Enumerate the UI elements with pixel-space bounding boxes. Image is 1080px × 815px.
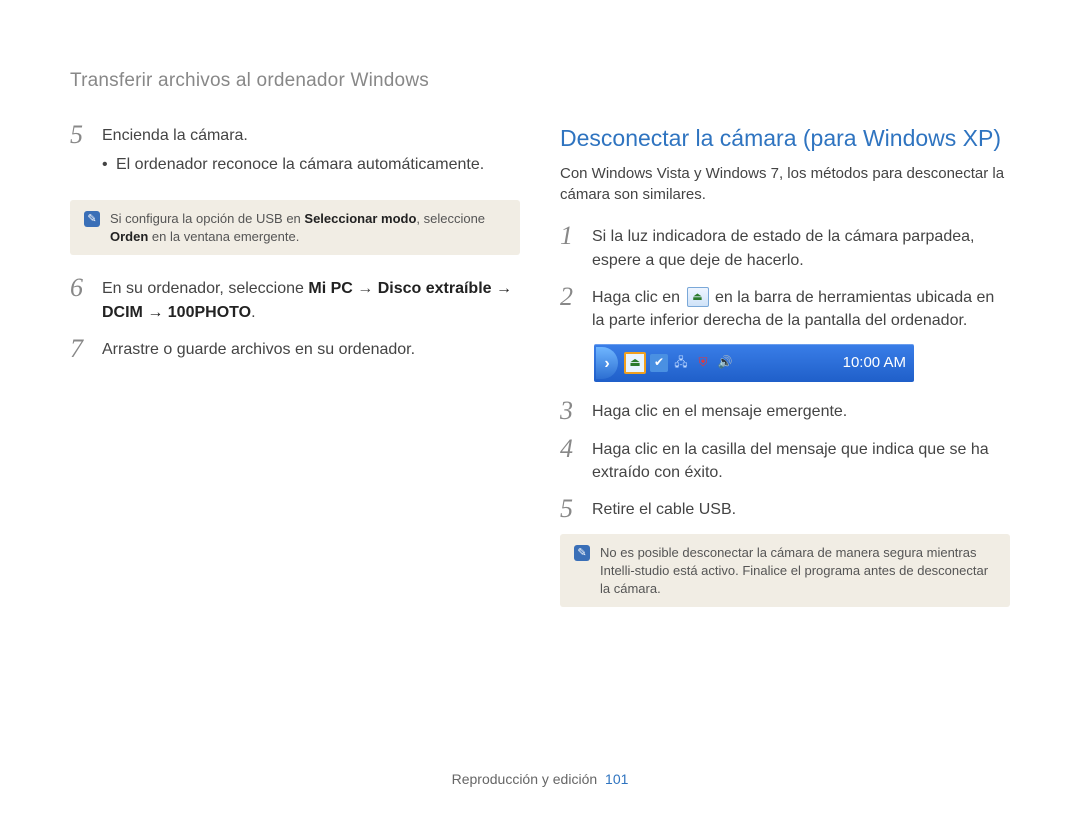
step-text: Retire el cable USB. <box>592 496 1010 522</box>
note-icon: ✎ <box>84 211 100 227</box>
security-icon: ⛨ <box>694 354 712 372</box>
note-box-intellistudio: ✎ No es posible desconectar la cámara de… <box>560 534 1010 607</box>
footer-section: Reproducción y edición <box>452 771 598 787</box>
page-number: 101 <box>605 771 628 787</box>
volume-icon: 🔊 <box>716 354 734 372</box>
step-text: Haga clic en el mensaje emergente. <box>592 398 1010 424</box>
step-number: 5 <box>70 122 92 188</box>
safely-remove-tray-icon: ⏏ <box>624 352 646 374</box>
step-7: 7 Arrastre o guarde archivos en su orden… <box>70 336 520 362</box>
breadcrumb: Transferir archivos al ordenador Windows <box>70 70 1010 92</box>
windows-taskbar: › ⏏ ✔ 🖧 ⛨ 🔊 10:00 AM <box>594 344 914 382</box>
right-column: Desconectar la cámara (para Windows XP) … <box>560 122 1010 627</box>
start-arrow-icon: › <box>596 347 618 379</box>
tray-icon: ✔ <box>650 354 668 372</box>
step-5: 5 Encienda la cámara. El ordenador recon… <box>70 122 520 188</box>
r-step-4: 4 Haga clic en la casilla del mensaje qu… <box>560 436 1010 484</box>
note-text: No es posible desconectar la cámara de m… <box>600 544 996 597</box>
safely-remove-icon: ⏏ <box>687 287 709 307</box>
step-number: 3 <box>560 398 582 424</box>
step-text: Haga clic en ⏏ en la barra de herramient… <box>592 284 1010 332</box>
step-text: Si la luz indicadora de estado de la cám… <box>592 223 1010 271</box>
r-step-2: 2 Haga clic en ⏏ en la barra de herramie… <box>560 284 1010 332</box>
step-text: Haga clic en la casilla del mensaje que … <box>592 436 1010 484</box>
step-text: Arrastre o guarde archivos en su ordenad… <box>102 336 520 362</box>
step-number: 5 <box>560 496 582 522</box>
r-step-3: 3 Haga clic en el mensaje emergente. <box>560 398 1010 424</box>
section-intro: Con Windows Vista y Windows 7, los métod… <box>560 163 1010 205</box>
section-title: Desconectar la cámara (para Windows XP) <box>560 122 1010 155</box>
r-step-1: 1 Si la luz indicadora de estado de la c… <box>560 223 1010 271</box>
step-number: 7 <box>70 336 92 362</box>
step-number: 2 <box>560 284 582 332</box>
r-step-5: 5 Retire el cable USB. <box>560 496 1010 522</box>
taskbar-clock: 10:00 AM <box>843 352 906 374</box>
step-number: 1 <box>560 223 582 271</box>
step5-bullet: El ordenador reconoce la cámara automáti… <box>102 153 520 176</box>
network-icon: 🖧 <box>672 354 690 372</box>
step-number: 4 <box>560 436 582 484</box>
note-text: Si configura la opción de USB en Selecci… <box>110 210 506 245</box>
note-box-usb: ✎ Si configura la opción de USB en Selec… <box>70 200 520 255</box>
step-6: 6 En su ordenador, seleccione Mi PC → Di… <box>70 275 520 323</box>
step-text: Encienda la cámara. <box>102 127 248 144</box>
step-number: 6 <box>70 275 92 323</box>
system-tray: ⏏ ✔ 🖧 ⛨ 🔊 <box>624 352 734 374</box>
left-column: 5 Encienda la cámara. El ordenador recon… <box>70 122 520 627</box>
note-icon: ✎ <box>574 545 590 561</box>
page-footer: Reproducción y edición 101 <box>0 771 1080 787</box>
step-text: En su ordenador, seleccione Mi PC → Disc… <box>102 275 520 323</box>
